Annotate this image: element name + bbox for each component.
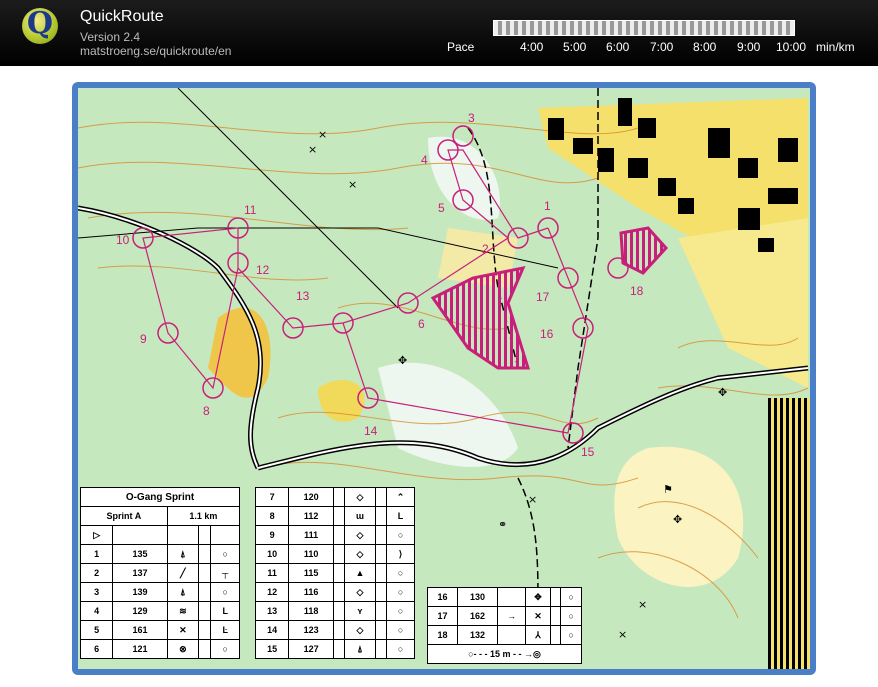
course-length: 1.1 km [166,506,241,526]
course-class: Sprint A [80,506,168,526]
description-row: 15 127 ⍋ ○ [254,639,415,659]
description-row: 1 135 ⍋ ○ [79,544,240,564]
description-row: 5 161 ✕ Ŀ [79,620,240,640]
start-triangle-icon: ▷ [79,525,114,545]
pace-scale-bar[interactable] [493,20,795,36]
description-row: 9 111 ◇ ○ [254,525,415,545]
control-number-label: 9 [140,332,147,346]
control-number-label: 5 [438,201,445,215]
svg-text:✥: ✥ [398,354,407,367]
pace-tick: 4:00 [520,40,544,54]
description-row: 6 121 ⊗ ○ [79,639,240,659]
control-number-label: 4 [421,153,428,167]
description-table-1: O-Gang Sprint Sprint A 1.1 km ▷ 1 135 ⍋ ○ 21… [79,487,241,659]
control-number-label: 13 [296,289,310,303]
description-row: 17 162 → ✕ ○ [427,606,582,626]
description-table-2: 7 120 ◇ ⌃ 8 112 ɯ L 9 111 ◇ ○ 10 110 ◇ ⟩ 11 115 ▲ ○ 12 1… [254,487,415,659]
pace-tick: 6:00 [606,40,630,54]
app-url[interactable]: matstroeng.se/quickroute/en [80,44,231,58]
description-row: 7 120 ◇ ⌃ [254,487,415,507]
description-row: 11 115 ▲ ○ [254,563,415,583]
control-number-label: 6 [418,317,425,331]
description-row: 13 118 ʏ ○ [254,601,415,621]
description-row: 12 116 ◇ ○ [254,582,415,602]
control-number-label: 12 [256,263,270,277]
svg-text:✥: ✥ [718,386,727,399]
svg-text:⚭: ⚭ [498,518,507,531]
description-row: 4 129 ≋ L [79,601,240,621]
control-number-label: 14 [364,424,378,438]
pace-label: Pace [447,40,475,54]
svg-text:⚑: ⚑ [663,483,673,496]
control-number-label: 1 [544,199,551,213]
description-row: 8 112 ɯ L [254,506,415,526]
control-number-label: 11 [244,203,257,217]
app-version: Version 2.4 [80,30,141,44]
description-row: 2 137 ╱ ┬ [79,563,240,583]
finish-distance: 15 m [490,648,511,659]
description-row: 3 139 ⍋ ○ [79,582,240,602]
pace-tick: 5:00 [563,40,587,54]
description-row: 16 130 ✥ ○ [427,587,582,607]
control-number-label: 16 [540,327,554,341]
out-of-bounds-area [768,398,810,669]
control-number-label: 8 [203,404,210,418]
pace-unit: min/km [816,40,855,54]
course-title: O-Gang Sprint [80,487,240,507]
svg-text:×: × [618,628,627,641]
pace-tick: 9:00 [737,40,761,54]
svg-text:×: × [308,143,317,156]
control-number-label: 3 [468,111,475,125]
control-number-label: 10 [116,233,130,247]
quickroute-logo: Q [22,6,58,44]
control-number-label: 17 [536,290,550,304]
description-row: 18 132 ⅄ ○ [427,625,582,645]
svg-text:×: × [318,128,327,141]
pace-tick: 7:00 [650,40,674,54]
svg-text:×: × [348,178,357,191]
control-number-label: 18 [630,284,644,298]
control-number-label: 15 [581,445,595,459]
description-table-3: 16 130 ✥ ○ 17 162 → ✕ ○ 18 132 ⅄ ○ ○- - - 15 m - -… [427,587,582,664]
control-number-label: 2 [482,242,489,256]
finish-row: ○- - - 15 m - - →◎ [427,644,582,664]
app-header: Q QuickRoute Version 2.4 matstroeng.se/q… [0,0,878,66]
pace-tick: 10:00 [776,40,807,54]
svg-text:✥: ✥ [673,513,682,526]
app-title: QuickRoute [80,8,164,25]
description-row: 10 110 ◇ ⟩ [254,544,415,564]
pace-tick: 8:00 [693,40,717,54]
svg-text:×: × [528,493,537,506]
description-row: 14 123 ◇ ○ [254,620,415,640]
svg-text:×: × [638,598,647,611]
